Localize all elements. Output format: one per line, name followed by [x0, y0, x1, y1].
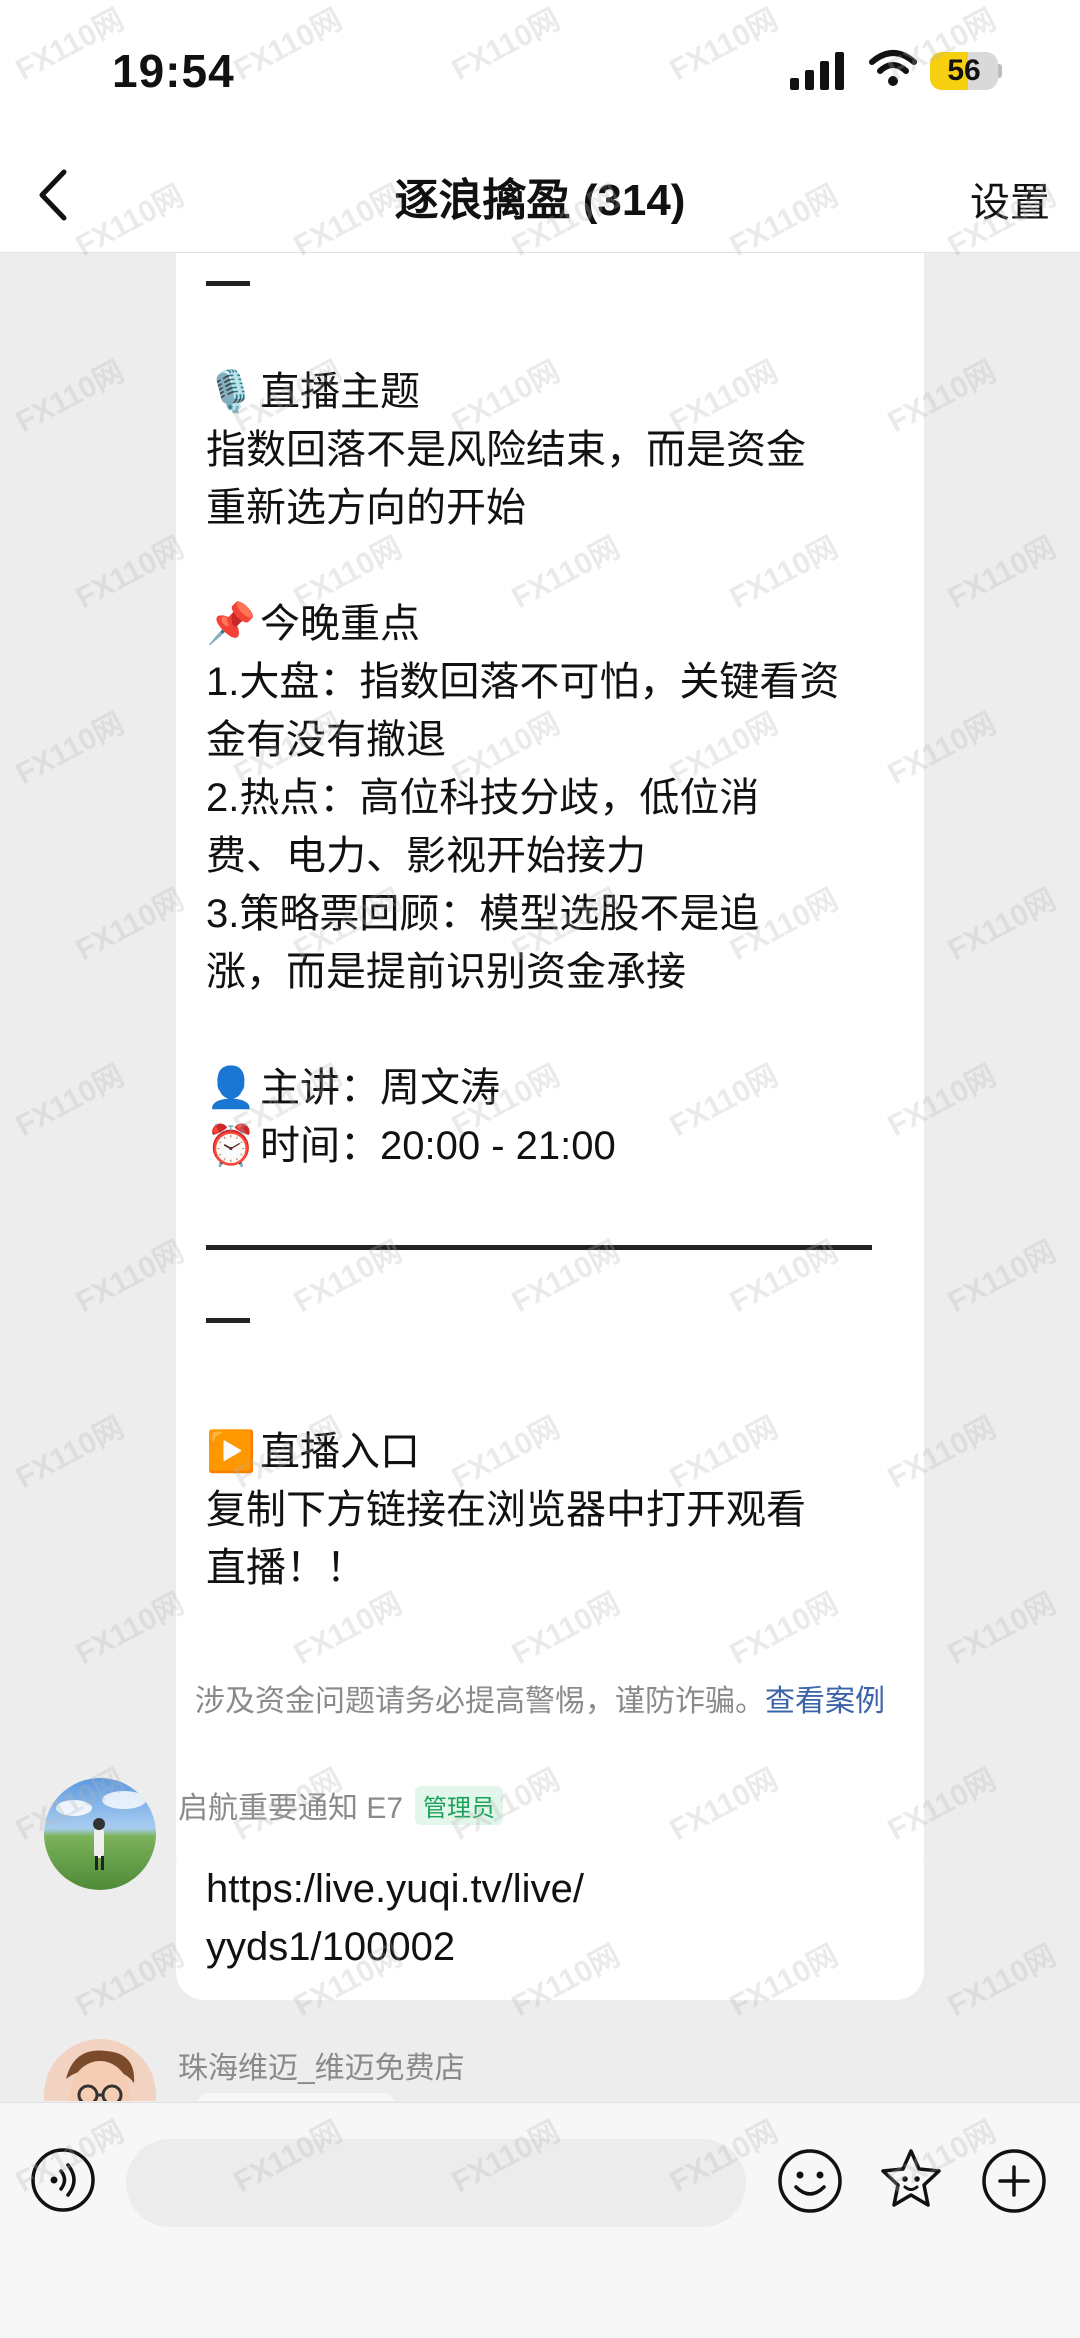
fraud-warning: 涉及资金问题请务必提高警惕，谨防诈骗。查看案例	[0, 1676, 1080, 1720]
emoji-button[interactable]	[776, 2147, 844, 2215]
input-bar	[0, 2102, 1080, 2338]
entry-heading: 直播入口	[260, 1430, 420, 1474]
sender-name-text: 启航重要通知 E7	[178, 1792, 404, 1825]
status-time: 19:54	[112, 45, 235, 97]
speaker-line: 👤 主讲：周文涛	[206, 1059, 500, 1117]
voice-button[interactable]	[30, 2147, 96, 2213]
entry-heading-line: ▶️ 直播入口	[206, 1423, 420, 1481]
entry-line: 直播！！	[206, 1546, 366, 1590]
focus-heading-line: 📌 今晚重点	[206, 595, 420, 653]
chat-area[interactable]: 🎙️ 直播主题 指数回落不是风险结束，而是资金 重新选方向的开始 📌 今晚重点 1.…	[0, 253, 1080, 2101]
nav-bar: 逐浪擒盈 (314) 设置	[0, 140, 1080, 253]
admin-badge: 管理员	[415, 1786, 504, 1825]
message-input[interactable]	[126, 2139, 746, 2227]
time-line: ⏰ 时间：20:00 - 21:00	[206, 1117, 616, 1175]
focus-line: 金有没有撤退	[206, 718, 446, 762]
sender-name: 珠海维迈_维迈免费店	[178, 2052, 465, 2085]
alarm-clock-icon: ⏰	[206, 1124, 256, 1168]
focus-line: 费、电力、影视开始接力	[206, 834, 646, 878]
microphone-icon: 🎙️	[206, 370, 256, 414]
avatar-image	[66, 2050, 135, 2101]
pushpin-icon: 📌	[206, 602, 256, 646]
status-bar: 19:54 56	[0, 0, 1080, 140]
topic-line: 指数回落不是风险结束，而是资金	[206, 428, 806, 472]
focus-line: 涨，而是提前识别资金承接	[206, 950, 686, 994]
battery-label: 56	[947, 54, 981, 87]
divider	[206, 1318, 250, 1323]
focus-line: 3.策略票回顾：模型选股不是追	[206, 892, 760, 936]
sticker-button[interactable]	[876, 2145, 946, 2215]
message-bubble[interactable]: https:/live.yuqi.tv/live/ yyds1/100002	[176, 1838, 924, 2000]
message-bubble[interactable]: 🎙️ 直播主题 指数回落不是风险结束，而是资金 重新选方向的开始 📌 今晚重点 1.…	[176, 253, 924, 1883]
topic-heading-line: 🎙️ 直播主题	[206, 363, 420, 421]
view-cases-link[interactable]: 查看案例	[765, 1685, 885, 1718]
settings-button[interactable]: 设置	[970, 170, 1050, 228]
person-icon: 👤	[206, 1066, 256, 1110]
divider	[206, 281, 250, 286]
avatar[interactable]	[44, 2039, 156, 2101]
warning-text: 涉及资金问题请务必提高警惕，谨防诈骗。	[195, 1685, 765, 1718]
battery-indicator: 56	[930, 52, 1002, 90]
sender-name: 启航重要通知 E7 管理员	[178, 1783, 504, 1827]
avatar-image	[56, 1791, 146, 1870]
divider	[206, 1245, 872, 1250]
avatar[interactable]	[44, 1778, 156, 1890]
topic-line: 重新选方向的开始	[206, 486, 526, 530]
topic-heading: 直播主题	[260, 370, 420, 414]
time-text: 时间：20:00 - 21:00	[260, 1124, 616, 1168]
focus-line: 2.热点：高位科技分歧，低位消	[206, 776, 760, 820]
back-button[interactable]	[26, 160, 86, 230]
message-bubble[interactable]	[196, 2093, 396, 2101]
entry-line: 复制下方链接在浏览器中打开观看	[206, 1488, 806, 1532]
wifi-icon	[869, 50, 917, 86]
speaker-text: 主讲：周文涛	[260, 1066, 500, 1110]
link-text[interactable]: yyds1/100002	[206, 1918, 455, 1976]
chat-title: 逐浪擒盈 (314)	[394, 176, 686, 225]
add-button[interactable]	[980, 2147, 1048, 2215]
signal-icon	[790, 52, 844, 90]
focus-line: 1.大盘：指数回落不可怕，关键看资	[206, 660, 840, 704]
play-button-icon: ▶️	[206, 1430, 256, 1474]
link-text[interactable]: https:/live.yuqi.tv/live/	[206, 1860, 584, 1918]
focus-heading: 今晚重点	[260, 602, 420, 646]
